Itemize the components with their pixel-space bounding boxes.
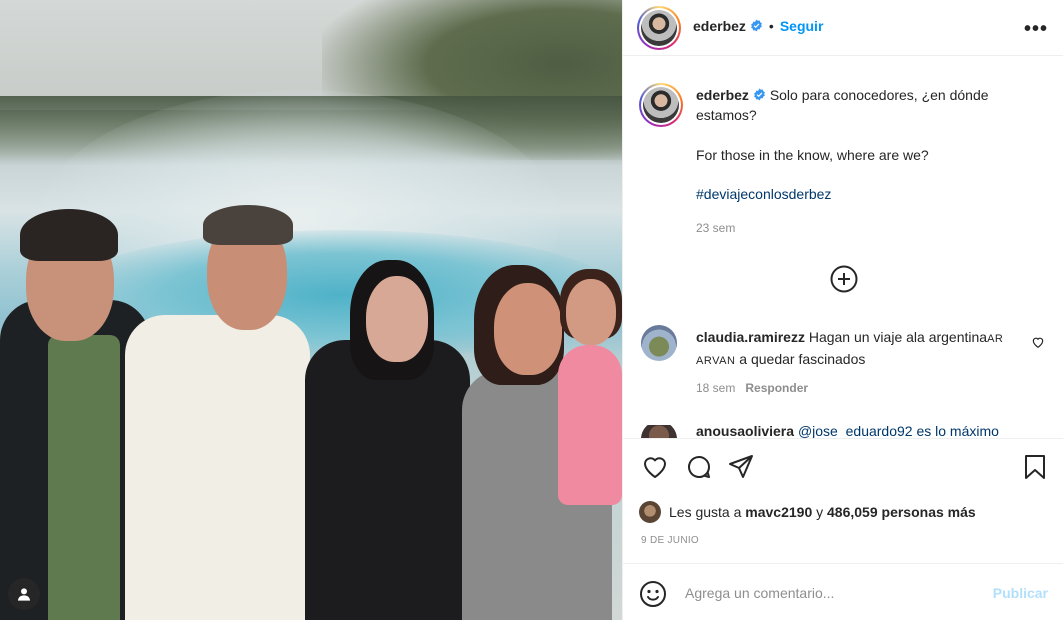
comment-username[interactable]: claudia.ramirezz — [696, 329, 805, 345]
comment-item: anousaoliviera @jose_eduardo92 es lo máx… — [639, 425, 1049, 438]
comment-input[interactable] — [685, 583, 975, 603]
person-2 — [125, 205, 310, 620]
comments-scroll[interactable]: ederbez Solo para conocedores, ¿en dónde… — [623, 57, 1063, 438]
comment-username[interactable]: anousaoliviera — [696, 425, 794, 438]
comment-body: claudia.ramirezz Hagan un viaje ala arge… — [696, 327, 1026, 371]
publish-button[interactable]: Publicar — [993, 585, 1048, 601]
add-circle-icon[interactable] — [830, 265, 858, 293]
caption-text-en: For those in the know, where are we? — [696, 147, 929, 163]
bookmark-icon[interactable] — [1021, 453, 1049, 481]
comment-avatar[interactable] — [641, 325, 677, 361]
post-photo[interactable] — [0, 0, 622, 620]
header-separator: • — [768, 18, 774, 34]
caption-body: ederbez Solo para conocedores, ¿en dónde… — [696, 85, 1026, 238]
verified-icon — [751, 19, 762, 32]
author-avatar[interactable] — [637, 6, 681, 50]
add-comment-bar: Publicar — [623, 563, 1063, 620]
likes-summary[interactable]: Les gusta a mavc2190 y 486,059 personas … — [639, 501, 976, 523]
likes-user[interactable]: mavc2190 — [745, 504, 812, 520]
caption-username[interactable]: ederbez — [696, 87, 749, 103]
comment-time[interactable]: 18 sem — [696, 381, 735, 395]
comment-text: @jose_eduardo92 es lo máximo — [797, 425, 999, 438]
follow-button[interactable]: Seguir — [780, 18, 824, 34]
post-date[interactable]: 9 DE JUNIO — [641, 535, 699, 546]
comment-meta: 18 sem Responder — [696, 381, 808, 395]
emoji-icon[interactable] — [639, 580, 667, 608]
heart-icon[interactable] — [641, 453, 669, 481]
comment-body: anousaoliviera @jose_eduardo92 es lo máx… — [696, 425, 1026, 438]
author-username[interactable]: ederbez — [693, 18, 746, 34]
comment-icon[interactable] — [685, 453, 713, 481]
more-options-icon[interactable]: ••• — [1024, 18, 1048, 41]
person-4 — [462, 265, 622, 620]
post-side-panel: ederbez • Seguir ••• ederbez Solo para con… — [622, 0, 1063, 620]
likes-count[interactable]: 486,059 personas más — [827, 504, 976, 520]
liker-avatar — [639, 501, 661, 523]
person-3 — [300, 260, 475, 620]
comment-like-icon[interactable] — [1031, 335, 1045, 349]
post-actions: Les gusta a mavc2190 y 486,059 personas … — [623, 438, 1063, 562]
comment-text-tail: a quedar fascinados — [739, 351, 866, 367]
share-icon[interactable] — [727, 453, 755, 481]
user-tag-button[interactable] — [8, 578, 40, 610]
likes-prefix: Les gusta a — [669, 504, 742, 520]
caption-hashtag[interactable]: #deviajeconlosderbez — [696, 186, 831, 202]
user-tag-icon — [18, 588, 30, 601]
post-header: ederbez • Seguir ••• — [623, 0, 1063, 56]
comment-text: Hagan un viaje ala argentina — [808, 329, 988, 345]
likes-mid: y — [816, 504, 824, 520]
comment-avatar[interactable] — [641, 425, 677, 438]
verified-icon — [754, 88, 765, 101]
reply-button[interactable]: Responder — [745, 381, 808, 395]
caption-avatar[interactable] — [639, 83, 683, 127]
caption-time[interactable]: 23 sem — [696, 218, 1026, 238]
